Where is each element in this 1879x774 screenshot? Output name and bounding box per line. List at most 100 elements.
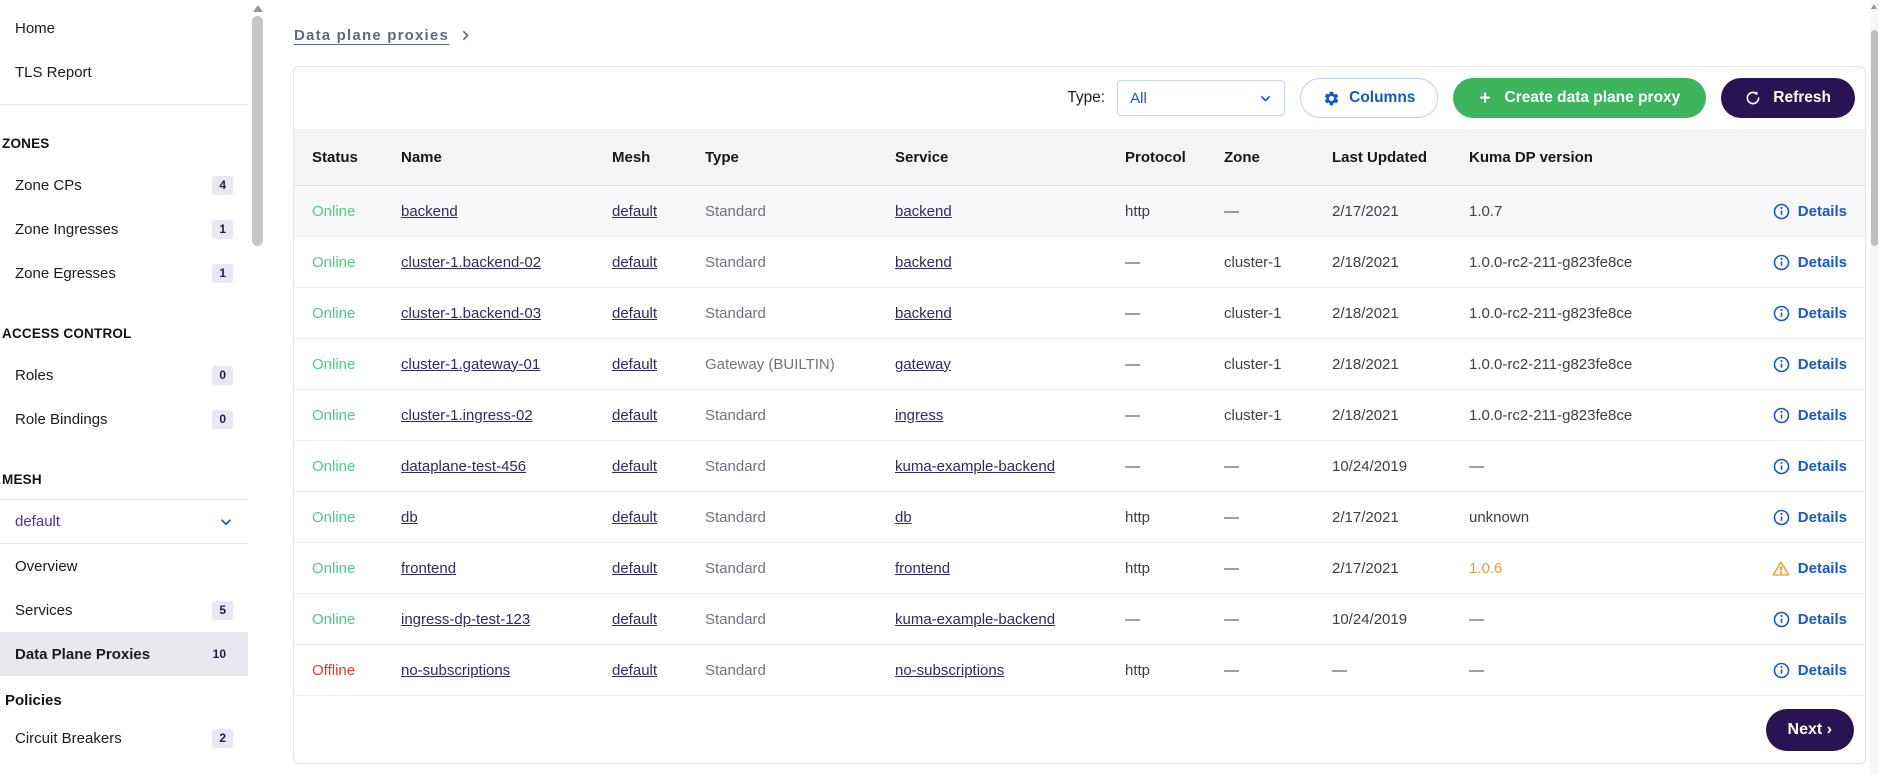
info-circle-icon [1773, 509, 1790, 526]
service-link[interactable]: no-subscriptions [895, 662, 1004, 679]
zone-label: — [1224, 661, 1239, 679]
details-button-label: Details [1797, 661, 1847, 679]
details-button[interactable]: Details [1773, 356, 1847, 373]
mesh-link[interactable]: default [612, 407, 657, 424]
mesh-selector[interactable]: default [0, 499, 248, 544]
service-link[interactable]: kuma-example-backend [895, 458, 1055, 475]
details-button[interactable]: Details [1772, 560, 1847, 577]
sidebar-item-role-bindings[interactable]: Role Bindings 0 [0, 397, 248, 441]
details-button[interactable]: Details [1773, 407, 1847, 424]
sidebar-item-tls-report[interactable]: TLS Report [0, 50, 248, 94]
kuma-dp-version-label: 1.0.0-rc2-211-g823fe8ce [1469, 406, 1633, 424]
columns-button[interactable]: Columns [1300, 78, 1439, 118]
table-row: Online cluster-1.backend-02 default Standar… [294, 237, 1865, 288]
info-circle-icon [1773, 203, 1790, 220]
mesh-link[interactable]: default [612, 509, 657, 526]
dataplane-name-link[interactable]: cluster-1.backend-03 [401, 305, 541, 322]
next-page-button[interactable]: Next › [1765, 709, 1854, 751]
details-button[interactable]: Details [1773, 203, 1847, 220]
details-button[interactable]: Details [1773, 458, 1847, 475]
dataplane-name-link[interactable]: no-subscriptions [401, 662, 510, 679]
breadcrumb-link[interactable]: Data plane proxies [294, 27, 449, 44]
data-plane-proxies-table: Status Name Mesh Type Service Protocol Zone Las… [294, 129, 1865, 696]
refresh-button[interactable]: Refresh [1721, 78, 1855, 118]
content-scrollbar[interactable] [248, 0, 268, 774]
scroll-up-arrow-icon[interactable] [1871, 4, 1877, 9]
mesh-link[interactable]: default [612, 662, 657, 679]
details-button-label: Details [1797, 355, 1847, 373]
service-link[interactable]: frontend [895, 560, 950, 577]
last-updated-label: 2/17/2021 [1332, 202, 1399, 220]
sidebar-item-zone-egresses[interactable]: Zone Egresses 1 [0, 251, 248, 295]
mesh-link[interactable]: default [612, 611, 657, 628]
mesh-link[interactable]: default [612, 560, 657, 577]
dataplane-name-link[interactable]: dataplane-test-456 [401, 458, 526, 475]
service-link[interactable]: kuma-example-backend [895, 611, 1055, 628]
scrollbar-thumb[interactable] [1871, 30, 1878, 246]
table-row: Online backend default Standard backend http —… [294, 186, 1865, 237]
proxy-type-label: Standard [705, 406, 766, 424]
details-button[interactable]: Details [1773, 509, 1847, 526]
mesh-link[interactable]: default [612, 203, 657, 220]
service-link[interactable]: backend [895, 305, 952, 322]
status-label: Online [312, 406, 356, 424]
kuma-dp-version-label: 1.0.6 [1469, 559, 1503, 577]
details-button[interactable]: Details [1773, 611, 1847, 628]
mesh-link[interactable]: default [612, 356, 657, 373]
dataplane-name-link[interactable]: ingress-dp-test-123 [401, 611, 530, 628]
mesh-link[interactable]: default [612, 254, 657, 271]
dataplane-name-link[interactable]: frontend [401, 560, 456, 577]
sidebar-item-circuit-breakers[interactable]: Circuit Breakers 2 [0, 716, 248, 760]
sidebar-item-data-plane-proxies[interactable]: Data Plane Proxies 10 [0, 632, 248, 676]
sidebar-item-services[interactable]: Services 5 [0, 588, 248, 632]
create-data-plane-proxy-button[interactable]: + Create data plane proxy [1453, 78, 1707, 118]
scroll-up-arrow-icon[interactable] [253, 5, 263, 12]
type-filter-label: Type: [1067, 89, 1106, 106]
last-updated-label: 2/18/2021 [1332, 304, 1399, 322]
details-button-label: Details [1797, 406, 1847, 424]
service-link[interactable]: backend [895, 254, 952, 271]
sidebar-item-label: Home [15, 19, 56, 37]
dataplane-name-link[interactable]: backend [401, 203, 458, 220]
service-link[interactable]: ingress [895, 407, 943, 424]
column-header-last-updated: Last Updated [1332, 148, 1428, 166]
service-link[interactable]: db [895, 509, 912, 526]
sidebar-item-home[interactable]: Home [0, 6, 248, 50]
zone-label: — [1224, 559, 1239, 577]
mesh-link[interactable]: default [612, 458, 657, 475]
sidebar-item-zone-cps[interactable]: Zone CPs 4 [0, 163, 248, 207]
last-updated-label: 2/18/2021 [1332, 253, 1399, 271]
refresh-icon [1746, 91, 1760, 105]
scrollbar-thumb[interactable] [252, 16, 263, 246]
dataplane-name-link[interactable]: db [401, 509, 418, 526]
protocol-label: http [1125, 508, 1151, 526]
zone-label: cluster-1 [1224, 355, 1282, 373]
service-link[interactable]: backend [895, 203, 952, 220]
count-badge: 5 [212, 600, 233, 620]
sidebar-item-roles[interactable]: Roles 0 [0, 353, 248, 397]
info-circle-icon [1773, 356, 1790, 373]
details-button[interactable]: Details [1773, 254, 1847, 271]
mesh-link[interactable]: default [612, 305, 657, 322]
dataplane-name-link[interactable]: cluster-1.ingress-02 [401, 407, 533, 424]
type-filter-select[interactable]: All [1117, 80, 1286, 116]
zone-label: — [1224, 610, 1239, 628]
status-label: Offline [312, 661, 356, 679]
last-updated-label: 10/24/2019 [1332, 457, 1408, 475]
dataplane-name-link[interactable]: cluster-1.backend-02 [401, 254, 541, 271]
sidebar-item-overview[interactable]: Overview [0, 544, 248, 588]
page-scrollbar[interactable] [1870, 0, 1879, 774]
details-button-label: Details [1797, 457, 1847, 475]
main-content: Data plane proxies Type: All Columns + C… [268, 0, 1879, 774]
last-updated-label: 2/17/2021 [1332, 559, 1399, 577]
status-label: Online [312, 202, 356, 220]
count-badge: 2 [212, 728, 233, 748]
column-header-service: Service [895, 148, 949, 166]
chevron-down-icon [219, 515, 233, 529]
count-badge: 1 [212, 219, 233, 239]
details-button[interactable]: Details [1773, 662, 1847, 679]
details-button[interactable]: Details [1773, 305, 1847, 322]
sidebar-item-zone-ingresses[interactable]: Zone Ingresses 1 [0, 207, 248, 251]
service-link[interactable]: gateway [895, 356, 951, 373]
dataplane-name-link[interactable]: cluster-1.gateway-01 [401, 356, 540, 373]
